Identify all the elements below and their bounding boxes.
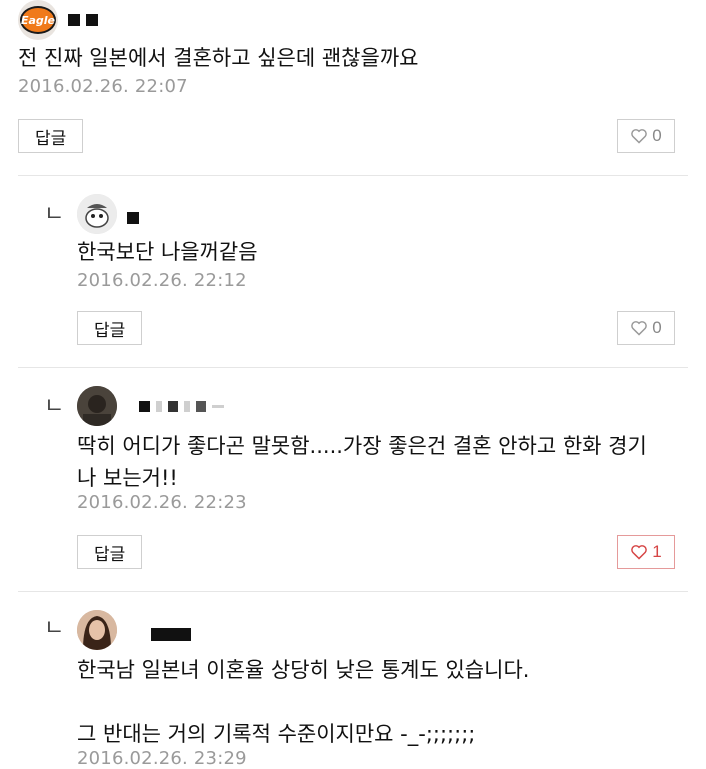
avatar-image-icon <box>77 610 117 650</box>
reply-button[interactable]: 답글 <box>77 535 143 569</box>
reply-arrow-icon: ㄴ <box>44 394 65 419</box>
svg-text:Eagle: Eagle <box>21 14 56 27</box>
avatar[interactable]: Eagle <box>18 0 58 40</box>
comment-date: 2016.02.26. 23:29 <box>77 748 247 769</box>
heart-icon <box>631 129 648 144</box>
like-button[interactable]: 1 <box>617 535 675 569</box>
reply-button[interactable]: 답글 <box>77 311 143 345</box>
comment-text: 딱히 어디가 좋다곤 말못함.....가장 좋은건 결혼 안하고 한화 경기 나… <box>77 434 647 490</box>
like-count: 0 <box>652 126 662 145</box>
comment-2: ㄴ 한국보단 나을꺼같음 2016.02.26. 22:12 답글 0 <box>0 176 706 366</box>
reply-arrow-icon: ㄴ <box>44 616 65 641</box>
like-button[interactable]: 0 <box>617 311 675 345</box>
comment-text: 전 진짜 일본에서 결혼하고 싶은데 괜찮을까요 <box>18 46 419 70</box>
comment-4: ㄴ 한국남 일본녀 이혼율 상당히 낮은 통계도 있습니다. 그 반대는 거의 … <box>0 592 706 769</box>
comment-text: 한국남 일본녀 이혼율 상당히 낮은 통계도 있습니다. 그 반대는 거의 기록… <box>77 658 530 746</box>
nickname-redacted[interactable] <box>139 400 224 412</box>
avatar[interactable] <box>77 194 117 234</box>
reply-button[interactable]: 답글 <box>18 119 84 153</box>
comment-date: 2016.02.26. 22:23 <box>77 492 247 513</box>
nickname-redacted[interactable] <box>151 620 191 641</box>
nickname-redacted[interactable] <box>127 204 139 224</box>
avatar[interactable] <box>77 386 117 426</box>
comment-1: Eagle 전 진짜 일본에서 결혼하고 싶은데 괜찮을까요 2016.02.2… <box>0 0 706 175</box>
comment-date: 2016.02.26. 22:12 <box>77 270 247 291</box>
comment-text: 한국보단 나을꺼같음 <box>77 240 258 264</box>
eagles-logo-icon: Eagle <box>20 6 56 34</box>
like-count: 1 <box>652 542 662 561</box>
like-button[interactable]: 0 <box>617 119 675 153</box>
comment-3: ㄴ 딱히 어디가 좋다곤 말못함.....가장 좋은건 결혼 안하고 한화 경기… <box>0 368 706 590</box>
nickname-redacted[interactable] <box>68 14 98 26</box>
heart-icon <box>631 321 648 336</box>
avatar-image-icon <box>77 194 117 234</box>
like-count: 0 <box>652 318 662 337</box>
reply-arrow-icon: ㄴ <box>44 202 65 227</box>
avatar-image-icon <box>77 386 117 426</box>
comment-date: 2016.02.26. 22:07 <box>18 76 188 97</box>
heart-icon <box>631 545 648 560</box>
avatar[interactable] <box>77 610 117 650</box>
